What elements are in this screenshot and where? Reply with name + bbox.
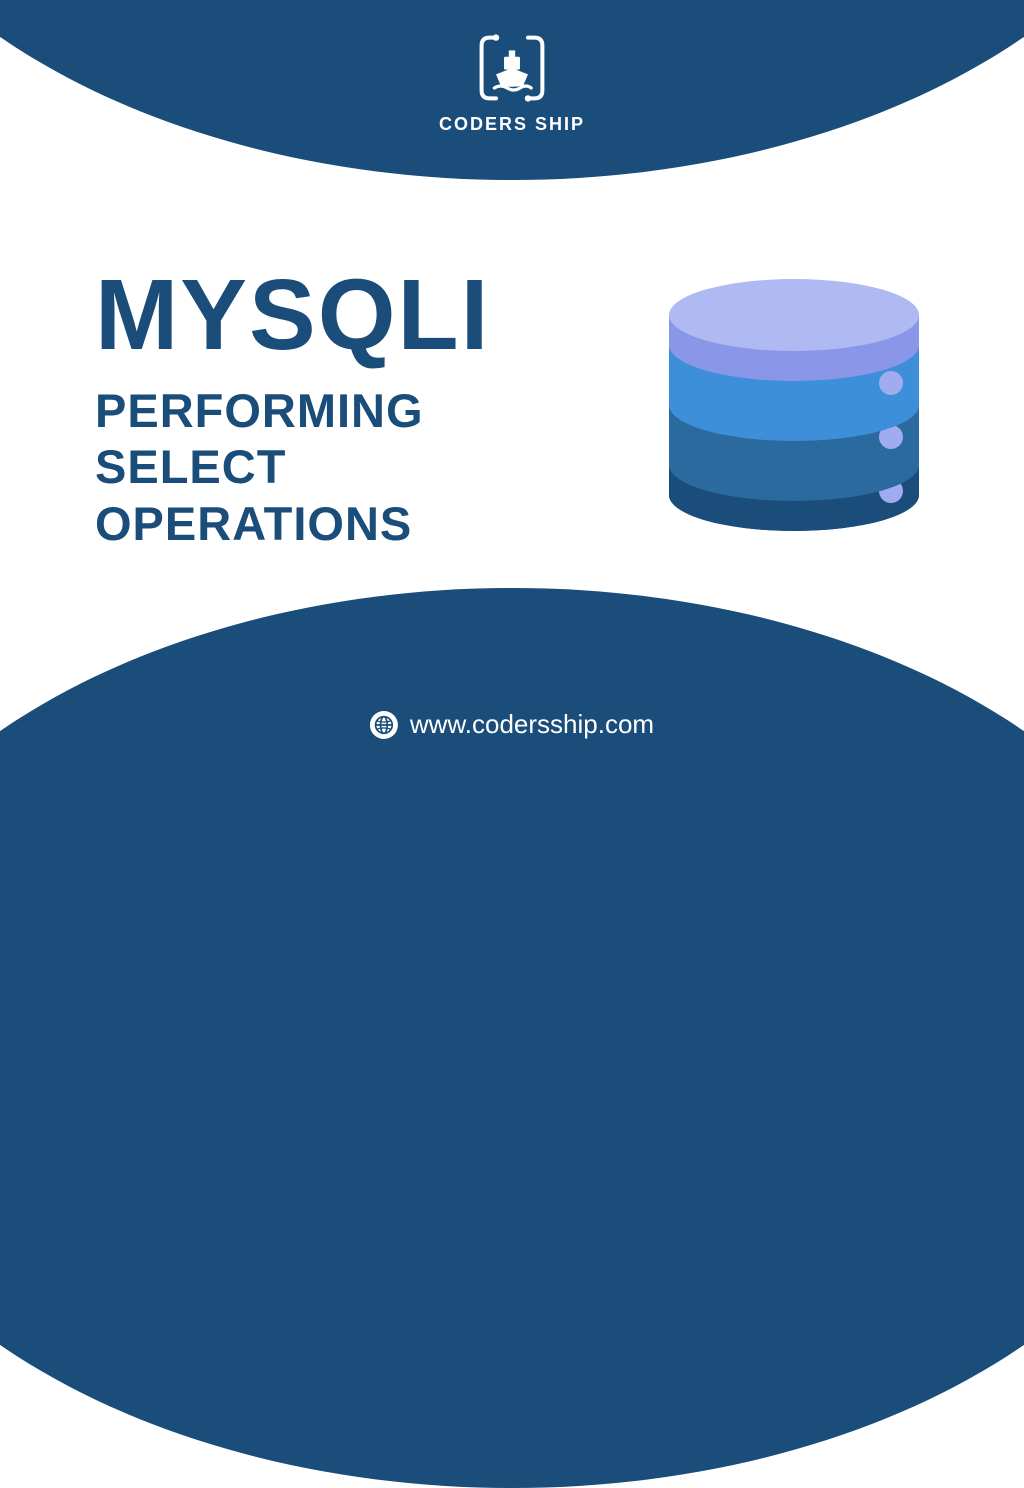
brand-logo-block: CODERS SHIP bbox=[439, 28, 585, 135]
brand-name: CODERS SHIP bbox=[439, 114, 585, 135]
main-heading-block: MYSQLI PERFORMING SELECT OPERATIONS bbox=[95, 265, 490, 552]
website-link-block: www.codersship.com bbox=[370, 709, 654, 740]
website-url: www.codersship.com bbox=[410, 709, 654, 740]
page-subtitle: PERFORMING SELECT OPERATIONS bbox=[95, 383, 490, 552]
globe-icon bbox=[370, 711, 398, 739]
ship-logo-icon bbox=[472, 28, 552, 108]
subtitle-line-2: SELECT bbox=[95, 439, 490, 495]
page-title: MYSQLI bbox=[95, 265, 490, 365]
database-icon bbox=[659, 265, 929, 545]
subtitle-line-3: OPERATIONS bbox=[95, 496, 490, 552]
subtitle-line-1: PERFORMING bbox=[95, 383, 490, 439]
